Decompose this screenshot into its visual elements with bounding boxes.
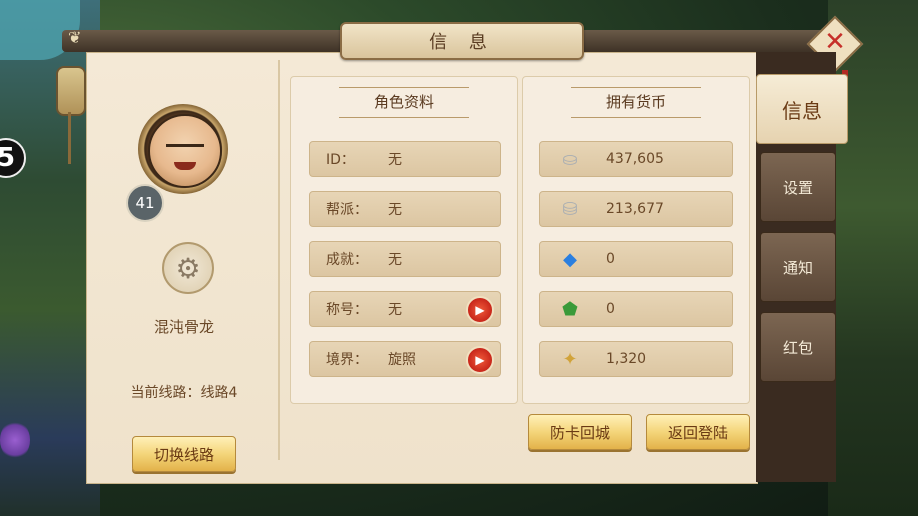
avatar-eyes [166, 144, 204, 153]
tab-red-packet[interactable]: 红包 [760, 312, 836, 382]
header-line [339, 117, 469, 118]
info-label: 帮派： [326, 202, 368, 218]
character-info-card: 角色资料 ID： 无 帮派： 无 成就： 无 称号： 无 ▶ 境界： 旋照 ▶ [290, 76, 518, 404]
currency-value: 0 [606, 301, 615, 317]
info-value: 无 [388, 152, 402, 168]
info-row-title: 称号： 无 ▶ [309, 291, 501, 327]
gear-icon[interactable]: ⚙ [162, 242, 214, 294]
info-row-guild: 帮派： 无 [309, 191, 501, 227]
avatar-mouth [174, 162, 196, 170]
info-row-id: ID： 无 [309, 141, 501, 177]
currency-row-diamond: ◆ 0 [539, 241, 733, 277]
currency-value: 1,320 [606, 351, 647, 367]
currency-row-jade: ⬟ 0 [539, 291, 733, 327]
profile-column: 41 ⚙ 混沌骨龙 当前线路：线路4 切换线路 [86, 52, 282, 482]
jade-icon: ⬟ [562, 298, 578, 320]
info-row-realm: 境界： 旋照 ▶ [309, 341, 501, 377]
tab-info[interactable]: 信息 [756, 74, 848, 144]
currency-card: 拥有货币 ⛀ 437,605 ⛁ 213,677 ◆ 0 ⬟ 0 ✦ 1,320 [522, 76, 750, 404]
tab-settings[interactable]: 设置 [760, 152, 836, 222]
background-flower [0, 420, 30, 460]
info-label: 称号： [326, 302, 368, 318]
window-title: 信 息 [340, 22, 584, 60]
return-login-button[interactable]: 返回登陆 [646, 414, 750, 450]
currency-header: 拥有货币 [605, 93, 666, 111]
currency-row-coin: ✦ 1,320 [539, 341, 733, 377]
switch-line-button[interactable]: 切换线路 [132, 436, 236, 472]
ornament-left-icon: ❦ [68, 28, 82, 47]
currency-value: 213,677 [606, 201, 664, 217]
info-label: ID： [326, 152, 355, 168]
diamond-icon: ◆ [563, 248, 577, 270]
arrow-right-icon[interactable]: ▶ [466, 296, 494, 324]
silver-ingot-icon: ⛀ [562, 148, 578, 170]
header-line [571, 117, 701, 118]
header-line [571, 87, 701, 88]
info-value: 无 [388, 202, 402, 218]
gold-coin-icon: ✦ [562, 348, 578, 370]
current-line-label: 当前线路： [130, 385, 201, 401]
character-info-header: 角色资料 [373, 93, 434, 111]
tab-notice[interactable]: 通知 [760, 232, 836, 302]
info-label: 境界： [326, 352, 368, 368]
avatar[interactable] [148, 114, 222, 188]
info-value: 无 [388, 252, 402, 268]
currency-row-silver: ⛀ 437,605 [539, 141, 733, 177]
info-label: 成就： [326, 252, 368, 268]
side-tabs: 信息 设置 通知 红包 [756, 52, 848, 482]
info-window: ❦ ❦ 信 息 ✕ 41 ⚙ 混沌骨龙 当前线路：线路4 切换线路 角色资料 I… [62, 15, 864, 492]
character-name: 混沌骨龙 [153, 318, 214, 336]
currency-value: 0 [606, 251, 615, 267]
level-badge: 41 [126, 184, 164, 222]
column-divider [278, 60, 280, 460]
currency-value: 437,605 [606, 151, 664, 167]
current-line-value: 线路4 [200, 385, 238, 401]
header-line [339, 87, 469, 88]
current-line: 当前线路：线路4 [86, 382, 282, 402]
arrow-right-icon[interactable]: ▶ [466, 346, 494, 374]
anti-stuck-return-button[interactable]: 防卡回城 [528, 414, 632, 450]
info-row-achievement: 成就： 无 [309, 241, 501, 277]
locked-silver-ingot-icon: ⛁ [562, 198, 578, 220]
currency-row-bound-silver: ⛁ 213,677 [539, 191, 733, 227]
